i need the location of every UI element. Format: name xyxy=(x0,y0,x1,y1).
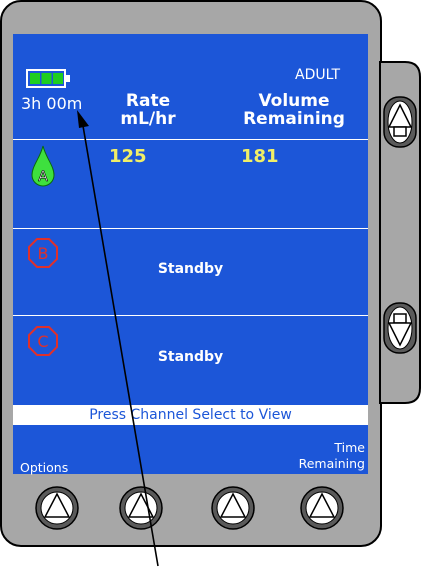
pump-device: 3h 00m ADULT Rate mL/hr Volume Remaining… xyxy=(0,0,422,567)
annotation-arrow xyxy=(77,110,159,567)
